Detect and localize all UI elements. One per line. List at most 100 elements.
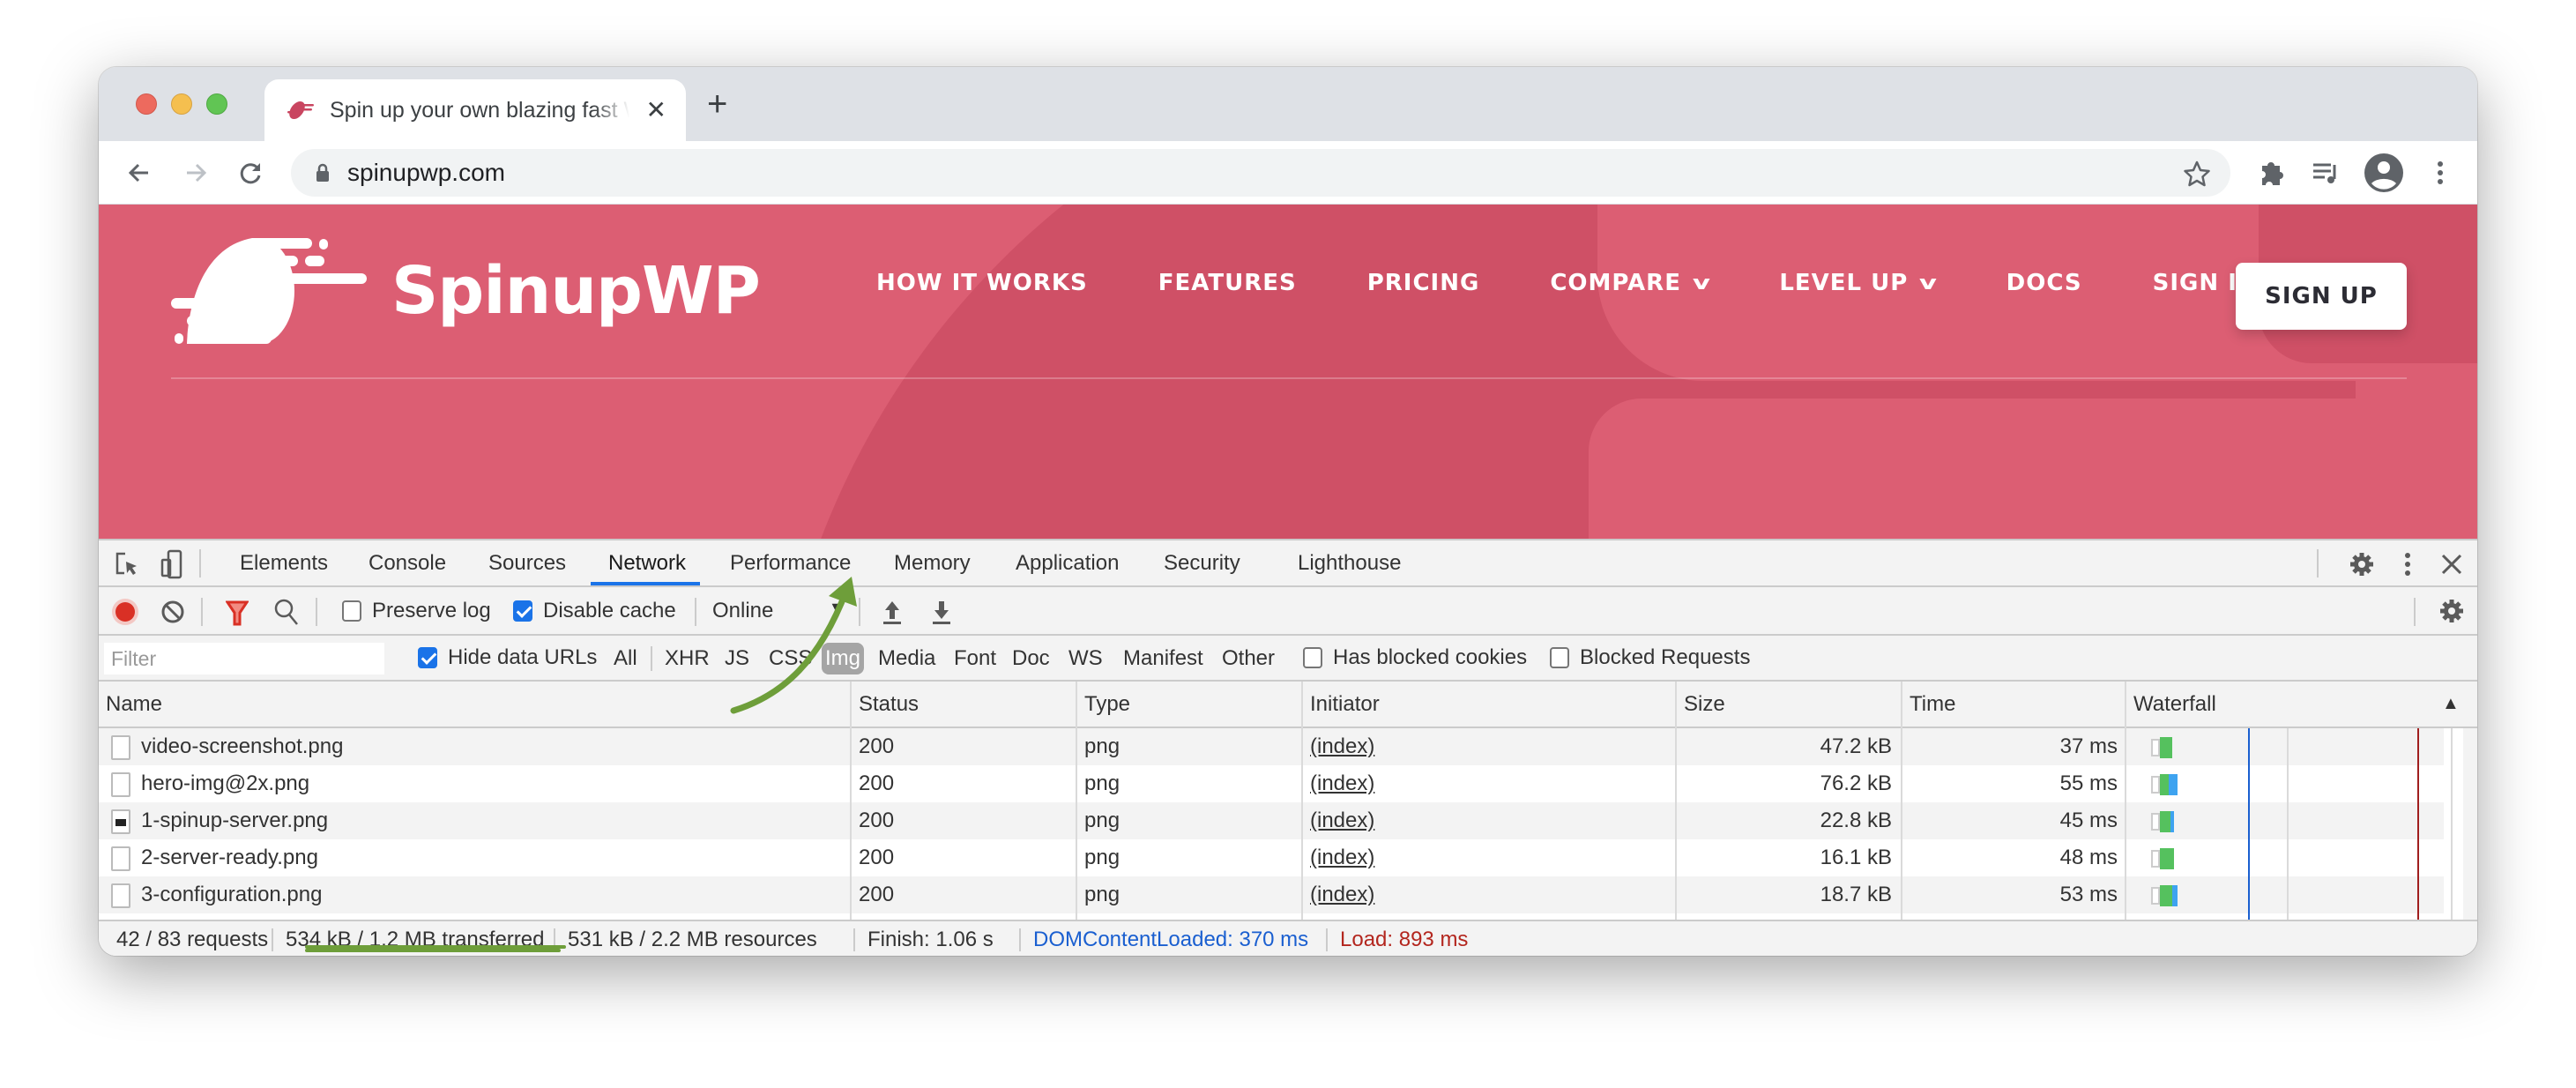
close-window-button[interactable] xyxy=(136,93,157,115)
filter-type-all[interactable]: All xyxy=(610,643,641,674)
tab-elements[interactable]: Elements xyxy=(240,540,328,585)
filter-type-manifest[interactable]: Manifest xyxy=(1120,643,1207,674)
image-file-icon xyxy=(111,772,130,797)
has-blocked-cookies-checkbox[interactable] xyxy=(1303,647,1322,668)
disable-cache-label: Disable cache xyxy=(543,599,676,622)
filter-type-css[interactable]: CSS xyxy=(765,643,815,674)
device-toolbar-icon[interactable] xyxy=(160,549,183,579)
filter-type-img[interactable]: Img xyxy=(822,643,865,674)
browser-window: Spin up your own blazing fast WordPress … xyxy=(99,67,2477,956)
cell-initiator-link[interactable]: (index) xyxy=(1310,765,1374,802)
filter-type-media[interactable]: Media xyxy=(875,643,939,674)
table-row[interactable]: hero-img@2x.png 200 png (index) 76.2 kB 55 ms xyxy=(99,765,2444,802)
tab-network[interactable]: Network xyxy=(591,540,701,585)
waterfall-queue-bar xyxy=(2151,739,2160,756)
nav-features[interactable]: FEATURES xyxy=(1158,270,1297,296)
back-icon[interactable] xyxy=(125,159,153,187)
tab-console[interactable]: Console xyxy=(369,540,446,585)
sign-up-button[interactable]: SIGN UP xyxy=(2236,263,2407,330)
cell-name: 3-configuration.png xyxy=(141,883,323,906)
tab-application[interactable]: Application xyxy=(1016,540,1119,585)
export-har-icon[interactable] xyxy=(931,598,952,626)
cell-initiator-link[interactable]: (index) xyxy=(1310,876,1374,913)
filter-type-font[interactable]: Font xyxy=(950,643,1000,674)
extensions-icon[interactable] xyxy=(2255,157,2287,189)
column-header-status[interactable]: Status xyxy=(852,682,919,727)
cell-initiator-link[interactable]: (index) xyxy=(1310,839,1374,876)
minimize-window-button[interactable] xyxy=(171,93,192,115)
cell-name: 2-server-ready.png xyxy=(141,846,318,869)
nav-level-up[interactable]: LEVEL UP v xyxy=(1779,270,1939,296)
filter-type-xhr[interactable]: XHR xyxy=(661,643,713,674)
cell-type: png xyxy=(1084,883,1120,906)
table-row[interactable]: 2-server-ready.png 200 png (index) 16.1 kB 48… xyxy=(99,839,2444,876)
cell-initiator-link[interactable]: (index) xyxy=(1310,913,1374,920)
column-header-initiator[interactable]: Initiator xyxy=(1303,682,1380,727)
filter-type-doc[interactable]: Doc xyxy=(1009,643,1053,674)
profile-avatar-icon[interactable] xyxy=(2364,153,2403,192)
nav-docs[interactable]: DOCS xyxy=(2006,270,2082,296)
sort-ascending-icon[interactable]: ▲ xyxy=(2435,682,2460,727)
devtools-close-icon[interactable] xyxy=(2440,553,2463,576)
preserve-log-checkbox[interactable] xyxy=(342,600,361,622)
browser-menu-icon[interactable] xyxy=(2424,157,2456,189)
tab-memory[interactable]: Memory xyxy=(894,540,971,585)
close-tab-icon[interactable]: ✕ xyxy=(646,97,666,123)
filter-input[interactable] xyxy=(104,643,384,674)
devtools-settings-icon[interactable] xyxy=(2349,551,2375,578)
cell-type: png xyxy=(1084,913,1120,920)
new-tab-button[interactable]: + xyxy=(707,86,727,122)
separator xyxy=(853,928,855,951)
inspect-element-icon[interactable] xyxy=(115,551,139,578)
cell-initiator-link[interactable]: (index) xyxy=(1310,728,1374,765)
nav-pricing[interactable]: PRICING xyxy=(1367,270,1480,296)
table-scrollbar[interactable] xyxy=(2463,728,2477,920)
bookmark-star-icon[interactable] xyxy=(2183,160,2211,188)
filter-type-ws[interactable]: WS xyxy=(1065,643,1106,674)
address-bar[interactable]: spinupwp.com xyxy=(291,149,2230,197)
table-row[interactable]: video-screenshot.png 200 png (index) 47.2 kB… xyxy=(99,728,2444,765)
column-header-type[interactable]: Type xyxy=(1077,682,1130,727)
filter-icon[interactable] xyxy=(226,600,249,626)
column-header-size[interactable]: Size xyxy=(1677,682,1725,727)
devtools-more-icon[interactable] xyxy=(2394,551,2421,578)
nav-how-it-works[interactable]: HOW IT WORKS xyxy=(876,270,1088,296)
network-settings-icon[interactable] xyxy=(2438,598,2465,624)
network-requests-table: Name Status Type Initiator Size Time Wat… xyxy=(99,682,2477,920)
header-divider xyxy=(171,377,2407,379)
import-har-icon[interactable] xyxy=(882,598,903,626)
column-header-time[interactable]: Time xyxy=(1902,682,1955,727)
cell-type: png xyxy=(1084,734,1120,758)
maximize-window-button[interactable] xyxy=(206,93,227,115)
search-icon[interactable] xyxy=(273,598,300,626)
nav-compare[interactable]: COMPARE v xyxy=(1550,270,1710,296)
record-icon[interactable] xyxy=(111,598,139,626)
media-controls-icon[interactable] xyxy=(2310,157,2341,189)
hide-data-urls-checkbox[interactable] xyxy=(418,647,437,668)
waterfall-waiting-bar xyxy=(2160,774,2169,795)
browser-tab[interactable]: Spin up your own blazing fast WordPress … xyxy=(264,79,686,141)
column-divider xyxy=(1301,682,1303,920)
tab-security[interactable]: Security xyxy=(1164,540,1240,585)
table-row[interactable]: 4-sudo-users.png 200 png (index) 16.3 kB 47 m… xyxy=(99,913,2444,920)
blocked-requests-checkbox[interactable] xyxy=(1550,647,1569,668)
reload-icon[interactable] xyxy=(236,159,264,187)
separator xyxy=(201,598,203,626)
filter-type-other[interactable]: Other xyxy=(1218,643,1278,674)
tab-performance[interactable]: Performance xyxy=(730,540,851,585)
disable-cache-checkbox[interactable] xyxy=(513,600,532,622)
filter-type-js[interactable]: JS xyxy=(721,643,753,674)
image-file-icon xyxy=(111,735,130,760)
tab-lighthouse[interactable]: Lighthouse xyxy=(1298,540,1401,585)
clear-icon[interactable] xyxy=(160,600,185,624)
forward-icon[interactable] xyxy=(182,159,210,187)
table-row[interactable]: 1-spinup-server.png 200 png (index) 22.8 kB 4… xyxy=(99,802,2444,839)
chevron-down-icon: v xyxy=(1919,272,1939,294)
site-logo[interactable]: SpinupWP xyxy=(169,236,761,346)
tab-sources[interactable]: Sources xyxy=(488,540,566,585)
column-header-waterfall[interactable]: Waterfall xyxy=(2126,682,2216,727)
cell-initiator-link[interactable]: (index) xyxy=(1310,802,1374,839)
table-row[interactable]: 3-configuration.png 200 png (index) 18.7 kB 5… xyxy=(99,876,2444,913)
throttling-select[interactable]: Online ▼ xyxy=(712,594,853,628)
column-header-name[interactable]: Name xyxy=(99,682,162,727)
